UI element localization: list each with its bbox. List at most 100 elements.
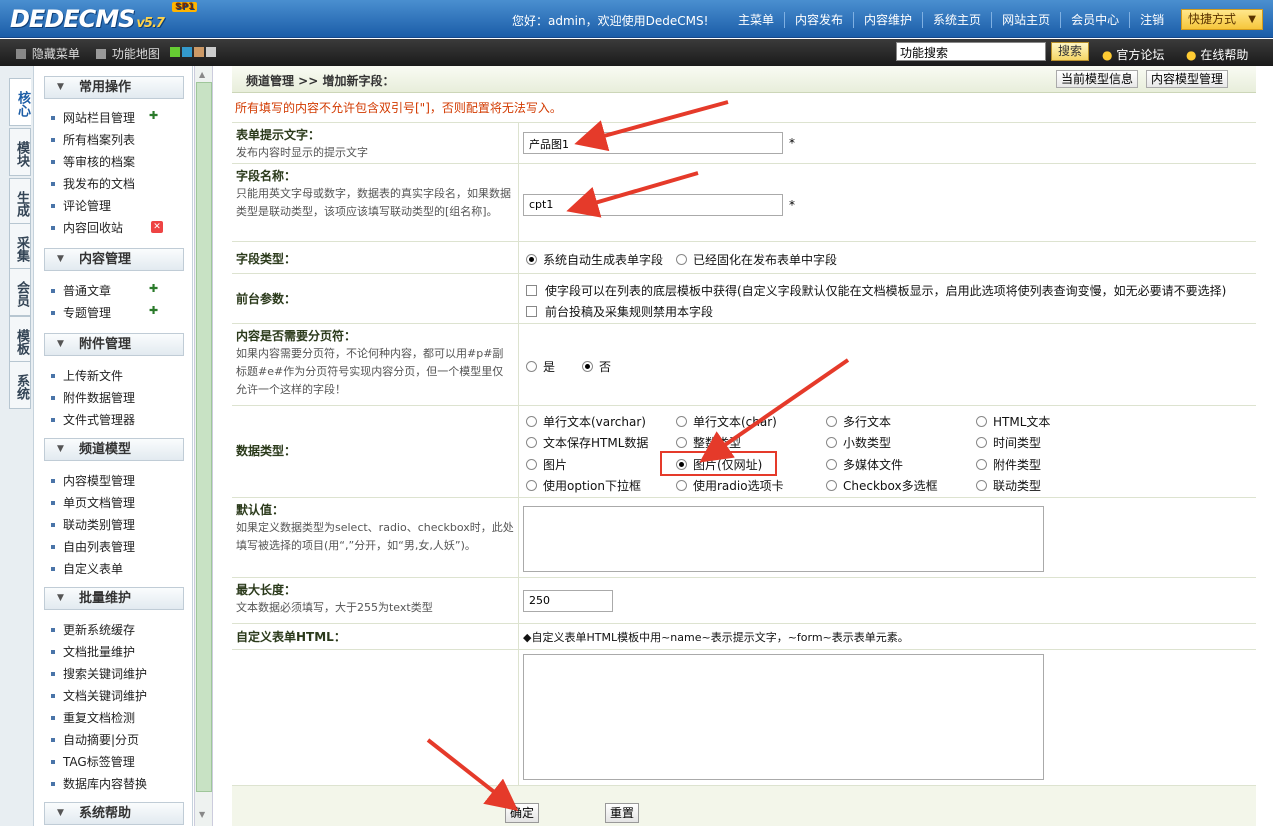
menu-item-pending-archives[interactable]: 等审核的档案 (51, 153, 135, 170)
tab-generate[interactable]: 生成 (9, 178, 31, 226)
tab-member[interactable]: 会员 (9, 268, 31, 316)
submit-button[interactable]: 确定 (505, 803, 540, 823)
menu-item-doc-keywords[interactable]: 文档关键词维护 (51, 687, 147, 704)
type-varchar-radio[interactable]: 单行文本(varchar) (526, 413, 646, 430)
scroll-down-icon[interactable]: ▼ (199, 810, 205, 819)
tab-collect[interactable]: 采集 (9, 223, 31, 271)
type-multiline-radio[interactable]: 多行文本 (826, 413, 891, 430)
menu-section-common[interactable]: ▼ 常用操作 (44, 76, 184, 99)
nav-member-center[interactable]: 会员中心 (1060, 12, 1129, 28)
radio-unchecked[interactable] (676, 416, 687, 427)
type-html-radio[interactable]: HTML文本 (976, 413, 1050, 430)
model-manage-button[interactable]: 内容模型管理 (1146, 70, 1229, 88)
type-addon-radio[interactable]: 附件类型 (976, 456, 1041, 473)
tab-template[interactable]: 模板 (9, 316, 31, 364)
radio-checked[interactable] (526, 254, 537, 265)
field-type-fixed-radio[interactable]: 已经固化在发布表单中字段 (676, 251, 837, 268)
skin-brown-icon[interactable] (194, 47, 204, 57)
add-icon[interactable]: ✚ (149, 304, 158, 317)
field-type-auto-radio[interactable]: 系统自动生成表单字段 (526, 251, 663, 268)
menu-item-auto-summary[interactable]: 自动摘要|分页 (51, 731, 139, 748)
radio-unchecked[interactable] (976, 459, 987, 470)
menu-item-all-archives[interactable]: 所有档案列表 (51, 131, 135, 148)
menu-item-update-cache[interactable]: 更新系统缓存 (51, 621, 135, 638)
menu-item-db-replace[interactable]: 数据库内容替换 (51, 775, 147, 792)
checkbox[interactable] (526, 285, 537, 296)
menu-item-upload[interactable]: 上传新文件 (51, 367, 123, 384)
menu-section-channel-model[interactable]: ▼ 频道模型 (44, 438, 184, 461)
type-media-radio[interactable]: 多媒体文件 (826, 456, 903, 473)
radio-unchecked[interactable] (676, 437, 687, 448)
radio-unchecked[interactable] (526, 459, 537, 470)
tab-system[interactable]: 系统 (9, 361, 31, 409)
reset-button[interactable]: 重置 (605, 803, 640, 823)
menu-item-batch-docs[interactable]: 文档批量维护 (51, 643, 135, 660)
type-checkbox-radio[interactable]: Checkbox多选框 (826, 477, 938, 494)
menu-item-column-manage[interactable]: 网站栏目管理 (51, 109, 135, 126)
field-name-input[interactable]: cpt1 (523, 194, 783, 216)
scroll-thumb[interactable] (196, 82, 212, 792)
radio-unchecked[interactable] (976, 480, 987, 491)
menu-section-attachment[interactable]: ▼ 附件管理 (44, 333, 184, 356)
radio-unchecked[interactable] (826, 437, 837, 448)
radio-unchecked[interactable] (826, 459, 837, 470)
add-icon[interactable]: ✚ (149, 282, 158, 295)
menu-item-linkage[interactable]: 联动类别管理 (51, 516, 135, 533)
menu-item-tag-manage[interactable]: TAG标签管理 (51, 753, 135, 770)
skin-green-icon[interactable] (170, 47, 180, 57)
skin-gray-icon[interactable] (206, 47, 216, 57)
type-stepselect-radio[interactable]: 联动类型 (976, 477, 1041, 494)
radio-unchecked[interactable] (526, 480, 537, 491)
radio-unchecked[interactable] (676, 480, 687, 491)
type-float-radio[interactable]: 小数类型 (826, 434, 891, 451)
type-image-radio[interactable]: 图片 (526, 456, 567, 473)
type-int-radio[interactable]: 整数类型 (676, 434, 741, 451)
checkbox[interactable] (526, 306, 537, 317)
radio-unchecked[interactable] (676, 254, 687, 265)
paging-yes-radio[interactable]: 是 (526, 358, 555, 375)
menu-section-batch[interactable]: ▼ 批量维护 (44, 587, 184, 610)
type-datetime-radio[interactable]: 时间类型 (976, 434, 1041, 451)
menu-item-attachment-data[interactable]: 附件数据管理 (51, 389, 135, 406)
menu-item-my-docs[interactable]: 我发布的文档 (51, 175, 135, 192)
disable-submit-checkbox[interactable]: 前台投稿及采集规则禁用本字段 (526, 303, 713, 320)
radio-unchecked[interactable] (976, 437, 987, 448)
max-length-input[interactable]: 250 (523, 590, 613, 612)
menu-item-special[interactable]: 专题管理 (51, 304, 111, 321)
model-info-button[interactable]: 当前模型信息 (1056, 70, 1139, 88)
radio-unchecked[interactable] (976, 416, 987, 427)
nav-content-maintain[interactable]: 内容维护 (853, 12, 922, 28)
default-value-textarea[interactable] (523, 506, 1044, 572)
radio-unchecked[interactable] (526, 437, 537, 448)
nav-main-menu[interactable]: 主菜单 (728, 12, 784, 28)
type-select-radio[interactable]: 使用option下拉框 (526, 477, 641, 494)
menu-item-recycle-bin[interactable]: 内容回收站 (51, 219, 123, 236)
menu-item-file-manager[interactable]: 文件式管理器 (51, 411, 135, 428)
forum-link[interactable]: ● 官方论坛 (1102, 46, 1164, 63)
site-map-button[interactable]: 功能地图 (96, 45, 160, 62)
type-char-radio[interactable]: 单行文本(char) (676, 413, 777, 430)
radio-unchecked[interactable] (526, 416, 537, 427)
dedecms-logo[interactable]: DEDECMS v5.7 SP1 (10, 2, 198, 33)
scroll-up-icon[interactable]: ▲ (199, 70, 205, 79)
radio-checked[interactable] (582, 361, 593, 372)
menu-section-content[interactable]: ▼ 内容管理 (44, 248, 184, 271)
menu-item-search-keywords[interactable]: 搜索关键词维护 (51, 665, 147, 682)
form-label-input[interactable]: 产品图1 (523, 132, 783, 154)
nav-logout[interactable]: 注销 (1129, 12, 1174, 28)
menu-item-duplicate-check[interactable]: 重复文档检测 (51, 709, 135, 726)
nav-system-home[interactable]: 系统主页 (922, 12, 991, 28)
recycle-clear-icon[interactable]: ✕ (151, 221, 163, 233)
quick-menu-dropdown[interactable]: 快捷方式 ▼ (1181, 9, 1263, 30)
tab-core[interactable]: 核心 (9, 78, 31, 126)
custom-html-textarea[interactable] (523, 654, 1044, 780)
nav-content-publish[interactable]: 内容发布 (784, 12, 853, 28)
paging-no-radio[interactable]: 否 (582, 358, 611, 375)
help-link[interactable]: ● 在线帮助 (1186, 46, 1248, 63)
radio-unchecked[interactable] (826, 416, 837, 427)
menu-item-free-list[interactable]: 自由列表管理 (51, 538, 135, 555)
menu-item-article[interactable]: 普通文章 (51, 282, 111, 299)
menu-item-custom-form[interactable]: 自定义表单 (51, 560, 123, 577)
skin-blue-icon[interactable] (182, 47, 192, 57)
menu-scrollbar[interactable]: ▲ ▼ (194, 66, 213, 826)
